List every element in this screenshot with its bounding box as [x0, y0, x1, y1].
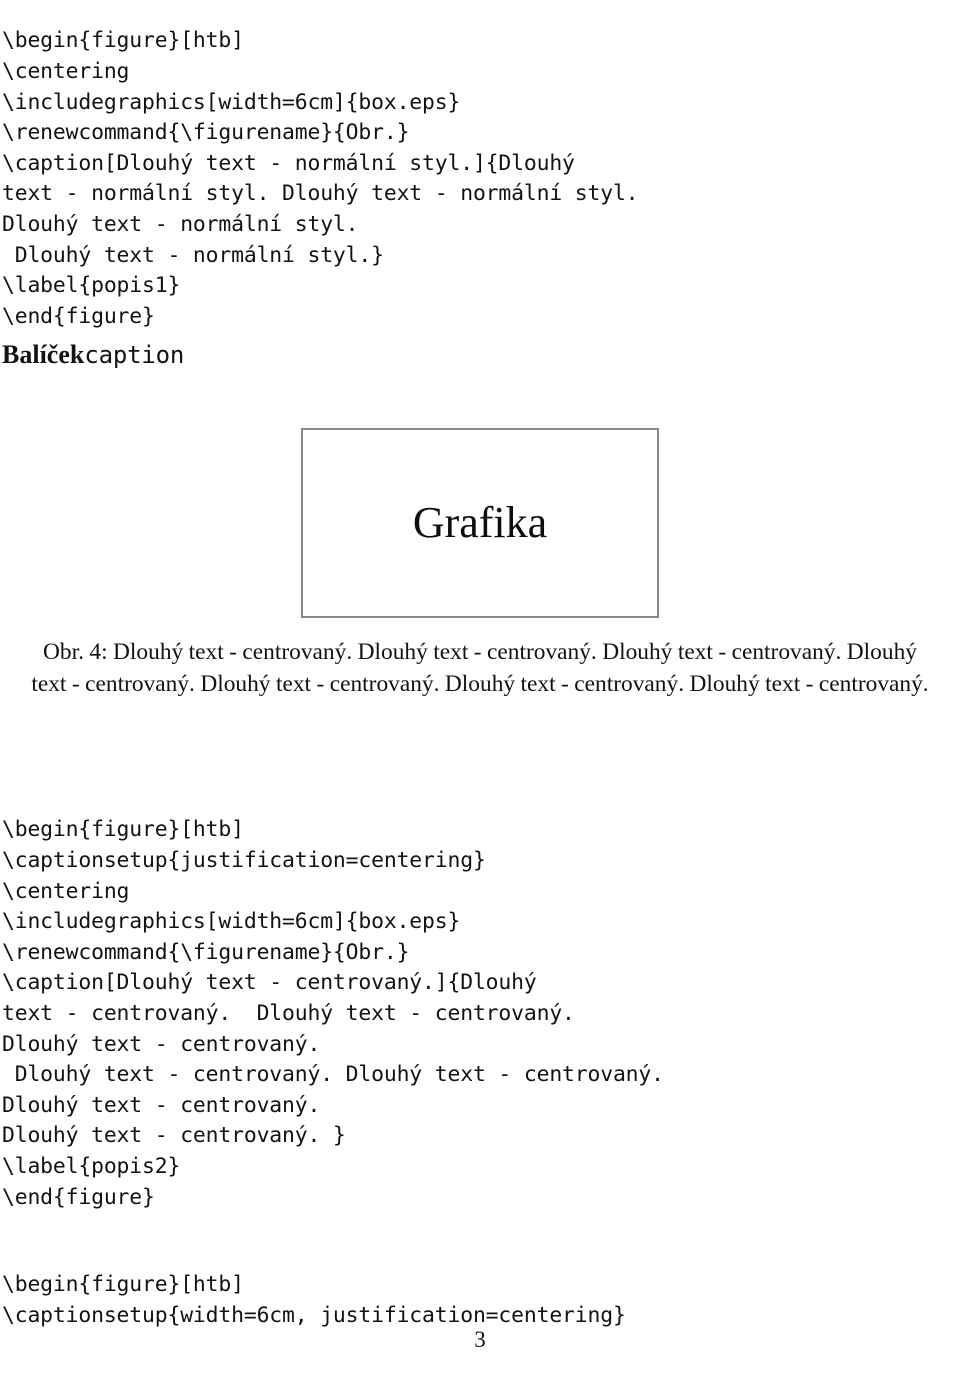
code-block-figure-centering: \begin{figure}[htb] \captionsetup{justifi…	[2, 815, 664, 1213]
code-line: \begin{figure}[htb]	[2, 817, 244, 843]
code-line: Dlouhý text - centrovaný. Dlouhý text - …	[2, 1062, 664, 1088]
code-line: Dlouhý text - normální styl.}	[2, 242, 384, 268]
section-heading-mono-part: caption	[84, 341, 185, 369]
figure-block: Grafika Obr. 4: Dlouhý text - centrovaný…	[0, 428, 960, 701]
code-line: \centering	[2, 58, 130, 84]
code-line: \centering	[2, 878, 130, 904]
document-page: \begin{figure}[htb] \centering \includegra…	[0, 0, 960, 1377]
code-line: Dlouhý text - centrovaný. }	[2, 1123, 346, 1149]
figure-image-label: Grafika	[412, 498, 548, 547]
code-line: \begin{figure}[htb]	[2, 1272, 244, 1298]
code-block-figure-normal: \begin{figure}[htb] \centering \includegra…	[2, 26, 639, 332]
code-line: Dlouhý text - centrovaný.	[2, 1092, 321, 1118]
code-line: \label{popis2}	[2, 1153, 181, 1179]
section-heading: Balíčekcaption	[2, 340, 184, 370]
code-line: \renewcommand{\figurename}{Obr.}	[2, 939, 410, 965]
page-number: 3	[474, 1327, 486, 1352]
code-line: \caption[Dlouhý text - centrovaný.]{Dlou…	[2, 970, 537, 996]
code-line: \includegraphics[width=6cm]{box.eps}	[2, 89, 461, 115]
code-line: \captionsetup{justification=centering}	[2, 847, 486, 873]
code-line: \end{figure}	[2, 303, 155, 329]
code-line: Dlouhý text - normální styl.	[2, 211, 359, 237]
code-line: \begin{figure}[htb]	[2, 28, 244, 54]
figure-caption: Obr. 4: Dlouhý text - centrovaný. Dlouhý…	[31, 639, 929, 697]
code-line: \includegraphics[width=6cm]{box.eps}	[2, 909, 461, 935]
code-block-figure-width: \begin{figure}[htb] \captionsetup{width=6…	[2, 1270, 626, 1331]
code-line: \caption[Dlouhý text - normální styl.]{D…	[2, 150, 575, 176]
code-line: Dlouhý text - centrovaný.	[2, 1031, 321, 1057]
code-line: \label{popis1}	[2, 273, 181, 299]
code-line: \renewcommand{\figurename}{Obr.}	[2, 120, 410, 146]
code-line: \end{figure}	[2, 1184, 155, 1210]
section-heading-bold-part: Balíček	[2, 340, 85, 369]
code-line: text - normální styl. Dlouhý text - norm…	[2, 181, 639, 207]
figure-image-box: Grafika	[301, 428, 659, 618]
code-line: text - centrovaný. Dlouhý text - centrov…	[2, 1000, 575, 1026]
